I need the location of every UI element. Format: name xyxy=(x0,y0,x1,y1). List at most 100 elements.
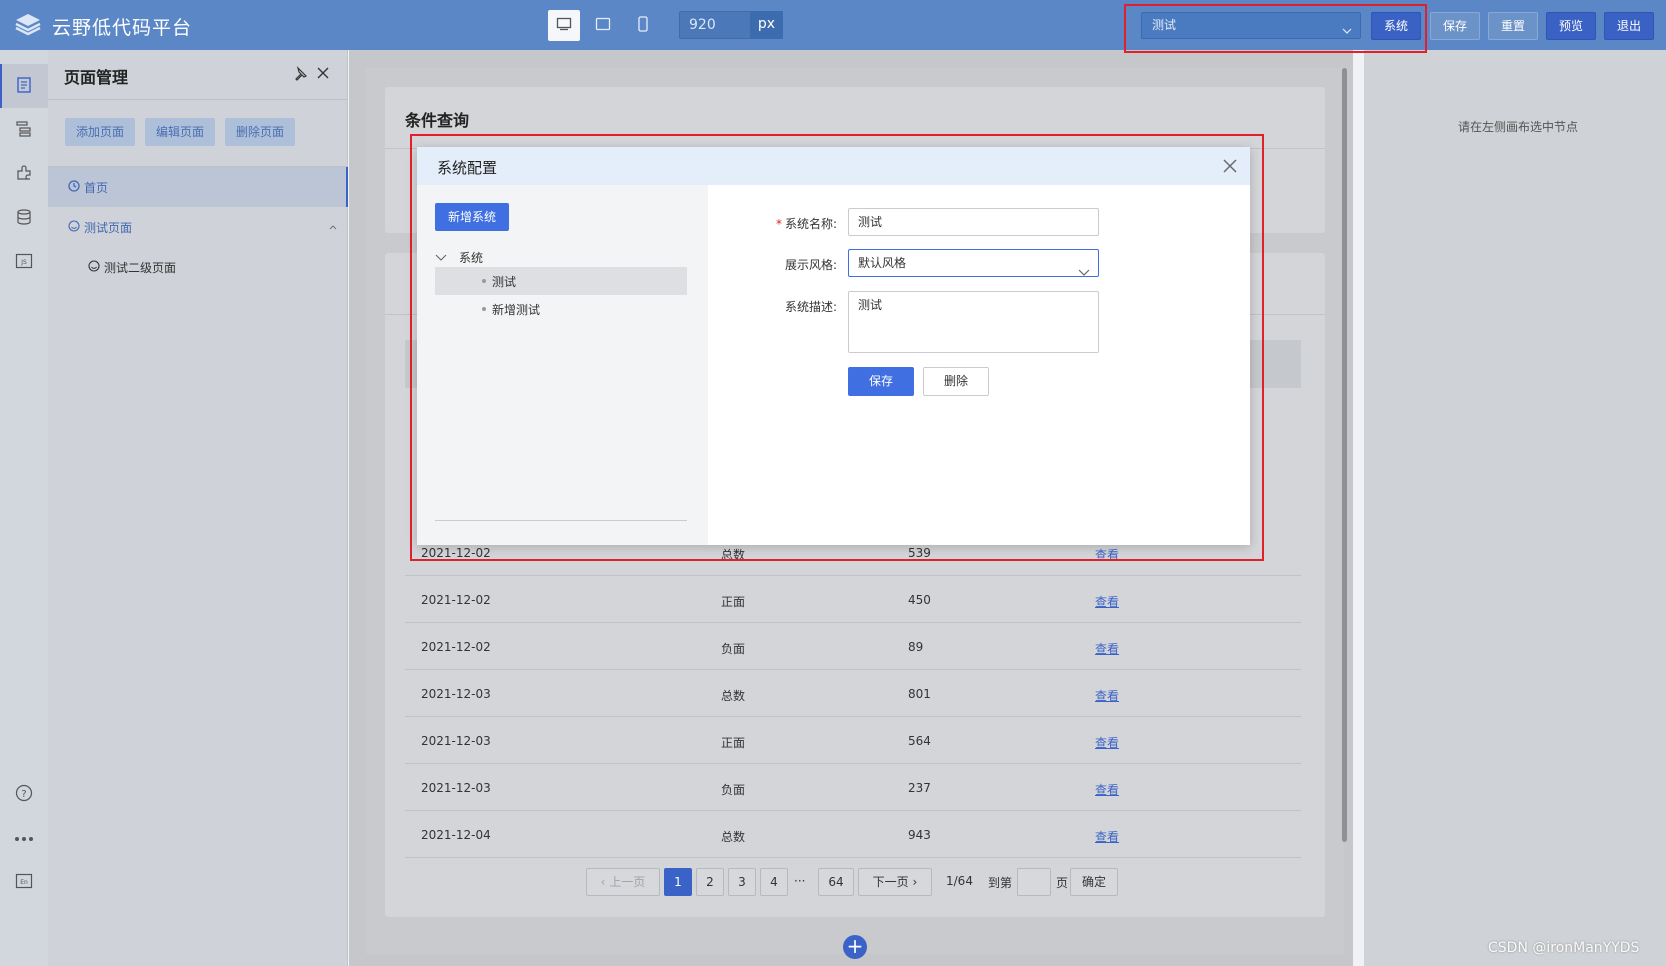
data-source-tab[interactable] xyxy=(0,196,48,240)
tree-node-system[interactable]: 测试 xyxy=(435,267,687,295)
view-link[interactable]: 查看 xyxy=(1095,781,1119,798)
tree-item-label: 测试二级页面 xyxy=(104,260,177,275)
view-link[interactable]: 查看 xyxy=(1095,828,1119,845)
tablet-view-button[interactable] xyxy=(587,10,619,41)
svg-text:En: En xyxy=(20,879,28,886)
panel-title: 页面管理 xyxy=(64,68,129,87)
system-desc-label: 系统描述: xyxy=(784,300,837,314)
add-page-button[interactable]: 添加页面 xyxy=(65,118,135,146)
tree-item-label: 首页 xyxy=(84,180,109,195)
tree-item-sub-page[interactable]: 测试二级页面 xyxy=(48,247,348,287)
prev-page-label: 上一页 xyxy=(609,875,646,889)
view-link[interactable]: 查看 xyxy=(1095,593,1119,610)
top-header: 云野低代码平台 920 px 测试 系统 保存 重置 预览 退出 xyxy=(0,0,1666,50)
modal-save-button[interactable]: 保存 xyxy=(848,367,914,396)
add-component-button[interactable]: + xyxy=(843,935,867,959)
cell-date: 2021-12-02 xyxy=(421,640,491,654)
app-title: 云野低代码平台 xyxy=(52,17,193,39)
chevron-right-icon: › xyxy=(908,875,918,889)
view-link[interactable]: 查看 xyxy=(1095,734,1119,751)
components-tab[interactable] xyxy=(0,152,48,196)
view-link[interactable]: 查看 xyxy=(1095,687,1119,704)
properties-panel xyxy=(1364,50,1666,966)
exit-button[interactable]: 退出 xyxy=(1604,12,1654,40)
table-row: 2021-12-02 正面 450 查看 xyxy=(405,576,1301,623)
system-name-value: 测试 xyxy=(858,215,883,229)
cell-type: 正面 xyxy=(721,595,746,609)
width-unit-label: px xyxy=(750,11,783,39)
display-style-value: 默认风格 xyxy=(858,256,907,270)
required-mark: * xyxy=(775,217,782,231)
left-icon-bar: JS ? En xyxy=(0,50,48,966)
close-icon[interactable] xyxy=(316,66,330,83)
reset-button[interactable]: 重置 xyxy=(1488,12,1538,40)
cell-date: 2021-12-03 xyxy=(421,687,491,701)
help-button[interactable]: ? xyxy=(0,772,48,816)
svg-text:JS: JS xyxy=(20,259,27,266)
pager-total: 1/64 xyxy=(946,874,973,888)
page-management-tab[interactable] xyxy=(0,64,48,108)
watermark: CSDN @ironManYYDS xyxy=(1488,940,1640,956)
mobile-icon xyxy=(637,16,649,35)
view-link[interactable]: 查看 xyxy=(1095,546,1119,563)
more-button[interactable] xyxy=(0,816,48,860)
system-tree-pane: 新增系统 系统 测试 新增测试 xyxy=(417,185,708,545)
system-button[interactable]: 系统 xyxy=(1371,12,1421,40)
modal-header: 系统配置 xyxy=(417,147,1250,185)
page-number-button[interactable]: 2 xyxy=(696,868,724,896)
mobile-view-button[interactable] xyxy=(627,10,659,41)
tablet-icon xyxy=(595,17,611,34)
chevron-up-icon[interactable] xyxy=(328,221,338,235)
page-number-button[interactable]: 3 xyxy=(728,868,756,896)
close-icon[interactable] xyxy=(1222,158,1238,177)
next-page-button[interactable]: 下一页 › xyxy=(858,868,932,896)
system-name-field[interactable]: 测试 xyxy=(848,208,1099,236)
language-icon: En xyxy=(15,873,33,892)
tree-structure-icon xyxy=(15,120,33,141)
chevron-left-icon: ‹ xyxy=(600,875,610,889)
desktop-view-button[interactable] xyxy=(548,10,580,41)
tree-item-home[interactable]: 首页 xyxy=(48,167,348,207)
cell-date: 2021-12-04 xyxy=(421,828,491,842)
tree-node-system[interactable]: 新增测试 xyxy=(435,295,687,323)
system-desc-textarea[interactable]: 测试 xyxy=(848,291,1099,353)
add-system-button[interactable]: 新增系统 xyxy=(435,203,509,231)
system-select[interactable]: 测试 xyxy=(1141,12,1361,39)
pin-icon[interactable] xyxy=(292,66,308,85)
canvas-scrollbar[interactable] xyxy=(1342,68,1347,842)
page-number-button[interactable]: 64 xyxy=(818,868,854,896)
display-style-select[interactable]: 默认风格 xyxy=(848,249,1099,277)
pager-confirm-button[interactable]: 确定 xyxy=(1070,868,1118,896)
panel-divider xyxy=(48,99,348,100)
bullet-dot-icon xyxy=(482,279,486,283)
page-icon xyxy=(15,76,33,97)
preview-button[interactable]: 预览 xyxy=(1546,12,1596,40)
delete-page-button[interactable]: 删除页面 xyxy=(225,118,295,146)
page-number-button[interactable]: 4 xyxy=(760,868,788,896)
language-button[interactable]: En xyxy=(0,860,48,904)
system-config-modal: 系统配置 新增系统 系统 测试 新增测试 * 系统名称: 测试 展示风格: 默认风… xyxy=(417,147,1250,545)
save-button[interactable]: 保存 xyxy=(1430,12,1480,40)
cell-type: 总数 xyxy=(721,830,746,844)
cell-value: 450 xyxy=(908,593,931,607)
tree-root-system[interactable]: 系统 xyxy=(435,249,483,266)
cell-value: 89 xyxy=(908,640,924,654)
cell-type: 负面 xyxy=(721,783,746,797)
table-row: 2021-12-04 总数 943 查看 xyxy=(405,811,1301,858)
tree-item-test-page[interactable]: 测试页面 xyxy=(48,207,348,247)
home-clock-icon xyxy=(68,179,80,195)
javascript-tab[interactable]: JS xyxy=(0,240,48,284)
modal-delete-button[interactable]: 删除 xyxy=(923,367,989,396)
goto-page-input[interactable] xyxy=(1017,868,1051,896)
prev-page-button[interactable]: ‹ 上一页 xyxy=(586,868,660,896)
cell-date: 2021-12-03 xyxy=(421,781,491,795)
outline-tab[interactable] xyxy=(0,108,48,152)
page-number-button[interactable]: 1 xyxy=(664,868,692,896)
display-style-label: 展示风格: xyxy=(784,258,837,272)
view-link[interactable]: 查看 xyxy=(1095,640,1119,657)
edit-page-button[interactable]: 编辑页面 xyxy=(145,118,215,146)
cell-value: 943 xyxy=(908,828,931,842)
chevron-down-icon[interactable] xyxy=(435,251,447,265)
more-icon xyxy=(14,831,34,845)
cell-type: 总数 xyxy=(721,548,746,562)
